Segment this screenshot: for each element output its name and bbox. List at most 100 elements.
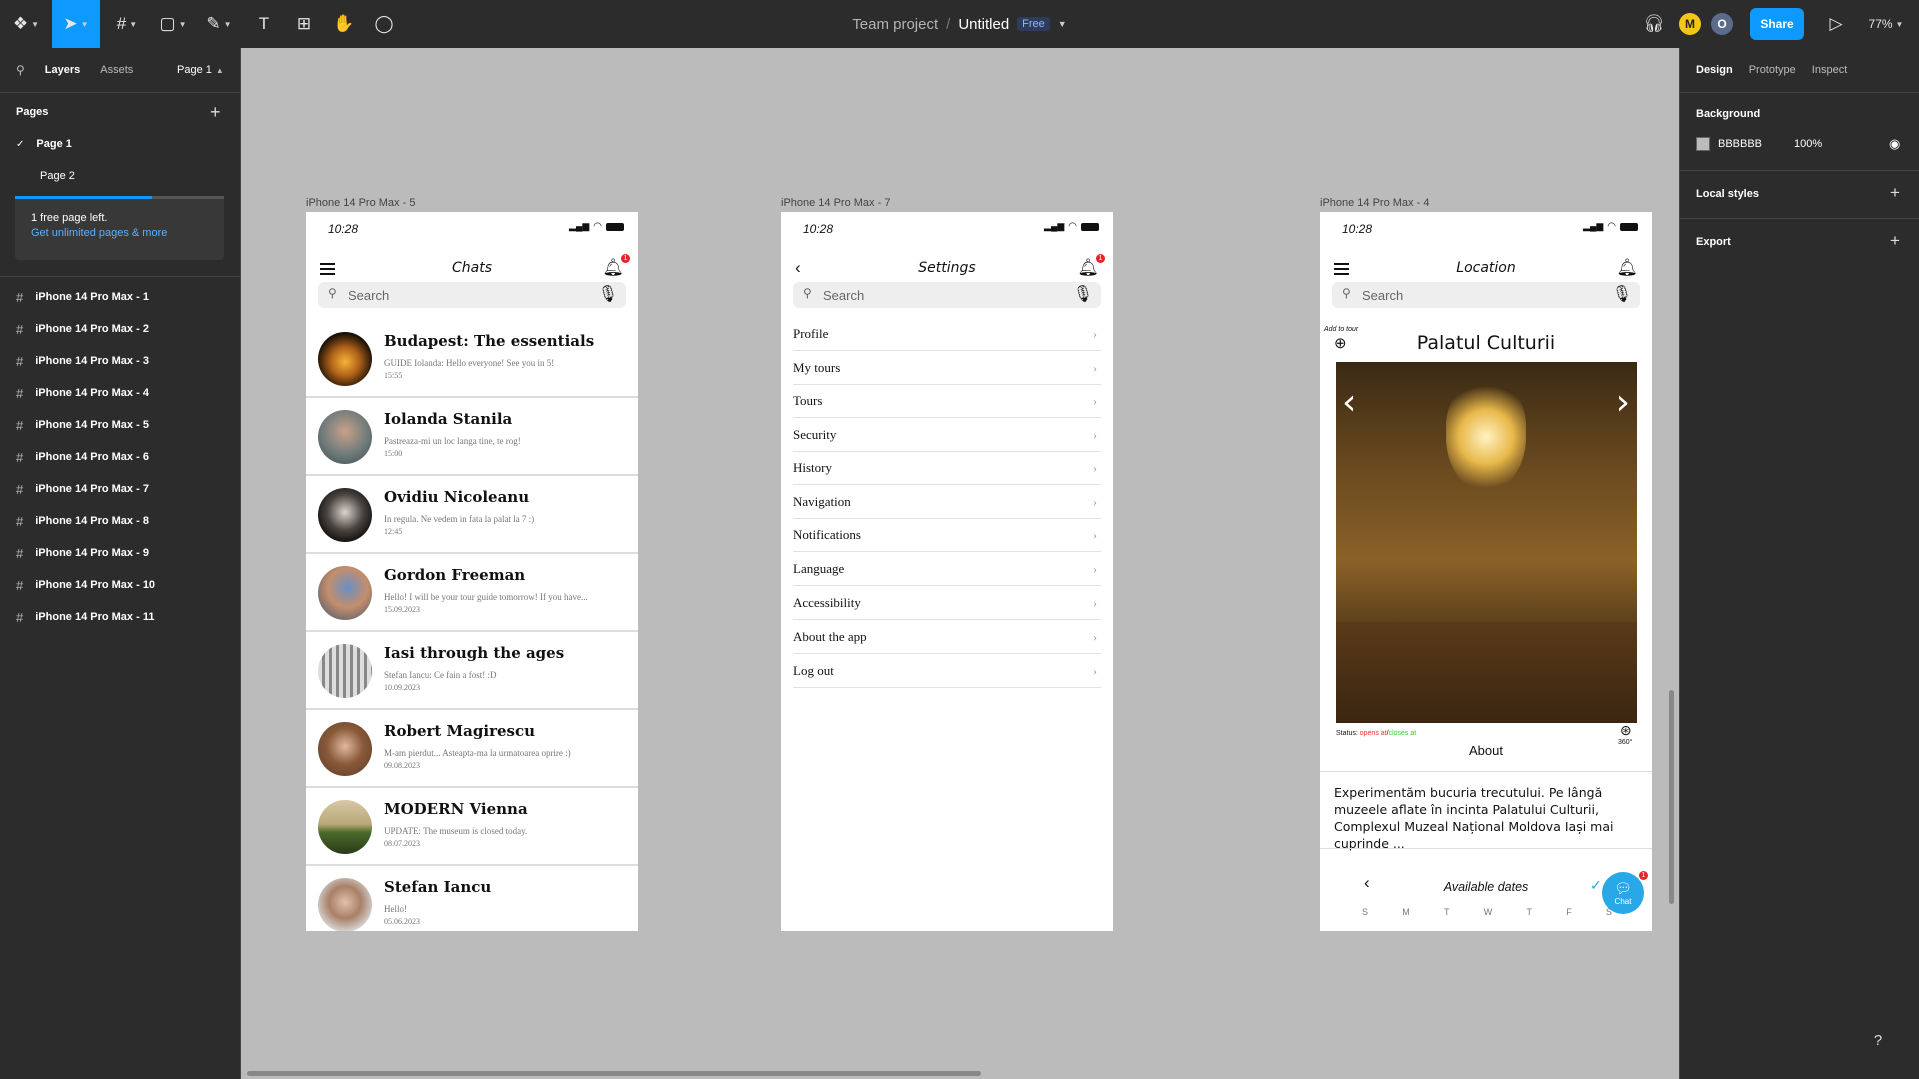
layer-item[interactable]: # iPhone 14 Pro Max - 8 bbox=[16, 505, 149, 537]
tab-assets[interactable]: Assets bbox=[100, 64, 133, 76]
chat-item[interactable]: Iolanda Stanila Pastreaza-mi un loc lang… bbox=[306, 398, 638, 476]
search-input[interactable]: ⚲ Search 🎙︎ bbox=[318, 282, 626, 308]
resources-button[interactable]: ⊞ bbox=[290, 0, 318, 48]
layer-item[interactable]: # iPhone 14 Pro Max - 1 bbox=[16, 281, 149, 313]
tab-layers[interactable]: Layers bbox=[45, 64, 80, 76]
layer-item[interactable]: # iPhone 14 Pro Max - 3 bbox=[16, 345, 149, 377]
settings-item-about[interactable]: About the app › bbox=[793, 621, 1101, 654]
frame-label[interactable]: iPhone 14 Pro Max - 7 bbox=[781, 197, 890, 209]
pages-heading: Pages bbox=[16, 106, 49, 118]
carousel-prev-icon[interactable]: ‹ bbox=[1342, 382, 1356, 423]
settings-item-history[interactable]: History › bbox=[793, 452, 1101, 485]
phone-frame-location[interactable]: 10:28 ▂▄▆ ◠ Location 🔔︎ ⚲ Search 🎙︎ Add t… bbox=[1320, 212, 1652, 931]
move-tool-button[interactable]: ➤ ▼ bbox=[52, 0, 100, 48]
page-item-2[interactable]: Page 2 bbox=[40, 164, 75, 188]
chat-item[interactable]: Ovidiu Nicoleanu In regula. Ne vedem in … bbox=[306, 476, 638, 554]
chat-preview: Hello! I will be your tour guide tomorro… bbox=[384, 592, 588, 602]
bell-icon[interactable]: 🔔︎ bbox=[602, 258, 624, 278]
tab-design[interactable]: Design bbox=[1696, 64, 1733, 76]
tab-inspect[interactable]: Inspect bbox=[1812, 64, 1847, 76]
chat-item[interactable]: Gordon Freeman Hello! I will be your tou… bbox=[306, 554, 638, 632]
layer-item[interactable]: # iPhone 14 Pro Max - 6 bbox=[16, 441, 149, 473]
chevron-right-icon: › bbox=[1093, 629, 1097, 644]
layer-item[interactable]: # iPhone 14 Pro Max - 9 bbox=[16, 537, 149, 569]
frame-tool-button[interactable]: # ▼ bbox=[108, 0, 146, 48]
chat-item[interactable]: Iasi through the ages Stefan Iancu: Ce f… bbox=[306, 632, 638, 710]
frame-label[interactable]: iPhone 14 Pro Max - 5 bbox=[306, 197, 415, 209]
vertical-scrollbar[interactable] bbox=[1669, 690, 1674, 904]
tab-prototype[interactable]: Prototype bbox=[1749, 64, 1796, 76]
color-swatch[interactable] bbox=[1696, 137, 1710, 151]
search-icon[interactable]: ⚲ bbox=[16, 63, 25, 77]
page-label: Page 2 bbox=[40, 170, 75, 182]
share-button[interactable]: Share bbox=[1750, 8, 1804, 40]
avatar[interactable]: O bbox=[1711, 13, 1733, 35]
chat-name: Robert Magirescu bbox=[384, 722, 535, 740]
layer-item[interactable]: # iPhone 14 Pro Max - 10 bbox=[16, 569, 155, 601]
text-tool-button[interactable]: T bbox=[250, 0, 278, 48]
chevron-down-icon[interactable]: ▼ bbox=[1058, 19, 1067, 29]
panorama-icon[interactable]: ⊛ bbox=[1620, 722, 1632, 739]
settings-item-notifications[interactable]: Notifications › bbox=[793, 519, 1101, 552]
search-input[interactable]: ⚲ Search 🎙︎ bbox=[1332, 282, 1640, 308]
settings-item-logout[interactable]: Log out › bbox=[793, 655, 1101, 688]
layer-item[interactable]: # iPhone 14 Pro Max - 5 bbox=[16, 409, 149, 441]
pen-tool-button[interactable]: ✎ ▼ bbox=[200, 0, 238, 48]
present-button[interactable]: ▷ bbox=[1824, 0, 1848, 48]
hand-tool-button[interactable]: ✋ bbox=[330, 0, 358, 48]
comment-tool-button[interactable]: ◯ bbox=[370, 0, 398, 48]
carousel-next-icon[interactable]: › bbox=[1616, 382, 1630, 423]
chat-item[interactable]: Robert Magirescu M-am pierdut... Asteapt… bbox=[306, 710, 638, 788]
layer-item[interactable]: # iPhone 14 Pro Max - 4 bbox=[16, 377, 149, 409]
search-input[interactable]: ⚲ Search 🎙︎ bbox=[793, 282, 1101, 308]
main-menu-button[interactable]: ❖ ▼ bbox=[8, 0, 44, 48]
eye-icon[interactable]: ◉ bbox=[1889, 134, 1900, 154]
help-button[interactable]: ? bbox=[1861, 1023, 1895, 1057]
audio-button[interactable]: 🎧︎ bbox=[1642, 0, 1666, 48]
shape-tool-button[interactable]: ▢ ▼ bbox=[154, 0, 192, 48]
layer-item[interactable]: # iPhone 14 Pro Max - 2 bbox=[16, 313, 149, 345]
layer-item[interactable]: # iPhone 14 Pro Max - 7 bbox=[16, 473, 149, 505]
background-hex[interactable]: BBBBBB bbox=[1718, 138, 1762, 150]
layer-item[interactable]: # iPhone 14 Pro Max - 11 bbox=[16, 601, 154, 633]
chat-name: Budapest: The essentials bbox=[384, 332, 595, 350]
bell-icon[interactable]: 🔔︎ bbox=[1077, 258, 1099, 278]
microphone-icon[interactable]: 🎙︎ bbox=[1073, 284, 1093, 304]
chat-item[interactable]: MODERN Vienna UPDATE: The museum is clos… bbox=[306, 788, 638, 866]
chat-name: MODERN Vienna bbox=[384, 800, 528, 818]
settings-item-my-tours[interactable]: My tours › bbox=[793, 352, 1101, 385]
microphone-icon[interactable]: 🎙︎ bbox=[1612, 284, 1632, 304]
page-selector[interactable]: Page 1 ▲ bbox=[177, 60, 224, 80]
search-placeholder: Search bbox=[348, 287, 390, 303]
team-name[interactable]: Team project bbox=[852, 16, 938, 33]
background-opacity[interactable]: 100% bbox=[1794, 134, 1822, 154]
chat-fab[interactable]: 💬︎ Chat bbox=[1602, 872, 1644, 914]
settings-item-profile[interactable]: Profile › bbox=[793, 318, 1101, 351]
add-style-icon[interactable]: + bbox=[1890, 182, 1900, 204]
frame-label[interactable]: iPhone 14 Pro Max - 4 bbox=[1320, 197, 1429, 209]
horizontal-scrollbar[interactable] bbox=[247, 1071, 981, 1076]
page-item-1[interactable]: ✓ Page 1 bbox=[16, 132, 72, 156]
settings-item-language[interactable]: Language › bbox=[793, 553, 1101, 586]
status-bar: 10:28 ▂▄▆ ◠ bbox=[1320, 212, 1652, 240]
zoom-menu[interactable]: 77% ▼ bbox=[1864, 0, 1908, 48]
upgrade-link[interactable]: Get unlimited pages & more bbox=[31, 227, 208, 239]
settings-item-tours[interactable]: Tours › bbox=[793, 385, 1101, 418]
phone-frame-settings[interactable]: 10:28 ▂▄▆ ◠ ‹ Settings 🔔︎ 1 ⚲ Search 🎙︎ P… bbox=[781, 212, 1113, 931]
add-page-icon[interactable]: + bbox=[210, 100, 221, 124]
settings-item-navigation[interactable]: Navigation › bbox=[793, 486, 1101, 519]
chat-item[interactable]: Budapest: The essentials GUIDE Iolanda: … bbox=[306, 320, 638, 398]
settings-label: Language bbox=[793, 561, 845, 576]
avatar[interactable]: M bbox=[1679, 13, 1701, 35]
settings-item-security[interactable]: Security › bbox=[793, 419, 1101, 452]
chevron-up-icon: ▲ bbox=[215, 65, 224, 75]
opens-at: opens at bbox=[1359, 730, 1387, 737]
bell-icon[interactable]: 🔔︎ bbox=[1616, 258, 1638, 278]
check-icon[interactable]: ✓ bbox=[1590, 877, 1602, 894]
add-export-icon[interactable]: + bbox=[1890, 230, 1900, 252]
settings-item-accessibility[interactable]: Accessibility › bbox=[793, 587, 1101, 620]
phone-frame-chats[interactable]: 10:28 ▂▄▆ ◠ Chats 🔔︎ 1 ⚲ Search 🎙︎ Budape… bbox=[306, 212, 638, 931]
microphone-icon[interactable]: 🎙︎ bbox=[598, 284, 618, 304]
file-name[interactable]: Untitled bbox=[958, 16, 1009, 33]
chat-item[interactable]: Stefan Iancu Hello! 05.06.2023 bbox=[306, 866, 638, 931]
